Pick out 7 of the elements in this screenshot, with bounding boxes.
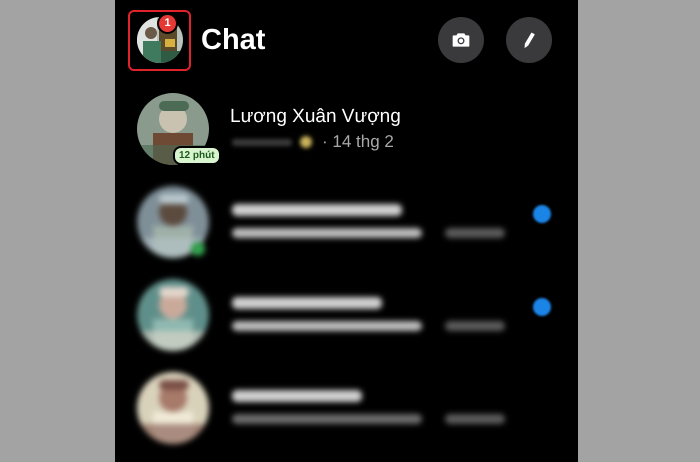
active-time-badge: 12 phút	[173, 146, 221, 164]
contact-name[interactable]: Lương Xuân Vượng	[230, 106, 401, 128]
notification-badge: 1	[157, 12, 178, 34]
camera-button[interactable]	[438, 17, 484, 63]
compose-button[interactable]	[506, 17, 552, 63]
page-title: Chat	[201, 24, 266, 56]
message-time: · 14 thg 2	[322, 132, 394, 152]
